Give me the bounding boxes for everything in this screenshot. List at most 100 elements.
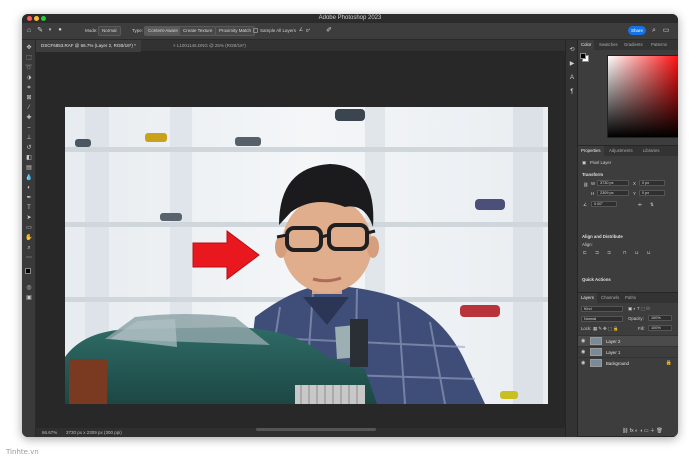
document-info[interactable]: 3730 px x 2309 px (300 ppi) — [66, 428, 122, 437]
layer-name: Layer 2 — [606, 339, 621, 344]
paragraph-panel-icon[interactable]: ¶ — [568, 88, 576, 96]
background-color-chip[interactable] — [580, 53, 586, 59]
layer-row-background[interactable]: ◉ Background 🔒 — [578, 357, 678, 368]
content-aware-button[interactable]: Content-Aware — [144, 26, 182, 36]
filter-kind-select[interactable]: Kind — [581, 306, 623, 312]
eraser-tool-icon[interactable]: ◧ — [25, 154, 33, 162]
x-label: X — [633, 181, 636, 186]
tab-dscf6853[interactable]: DSCF6853.RAF @ 66.7% (Layer 2, RGB/16*) … — [36, 40, 141, 52]
glyphs-panel-icon[interactable]: A — [568, 74, 576, 82]
pressure-icon[interactable]: ✐ — [325, 26, 333, 35]
align-right-icon[interactable]: ⊐ — [607, 250, 611, 256]
height-field[interactable]: 2309 px — [597, 190, 629, 196]
document-image[interactable] — [65, 107, 548, 404]
link-icon[interactable]: ⛓ — [583, 182, 588, 188]
proximity-match-button[interactable]: Proximity Match — [215, 26, 256, 36]
tab-gradients[interactable]: Gradients — [621, 40, 646, 50]
visibility-eye-icon[interactable]: ◉ — [581, 360, 585, 366]
actions-panel-icon[interactable]: ▶ — [568, 60, 576, 68]
share-button[interactable]: Share — [628, 26, 646, 35]
path-selection-tool-icon[interactable]: ➤ — [25, 214, 33, 222]
blend-mode-select[interactable]: Normal — [581, 316, 623, 322]
blur-tool-icon[interactable]: 💧 — [25, 174, 33, 182]
flip-vertical-icon[interactable]: ⇅ — [650, 202, 654, 208]
more-tools-icon[interactable]: ⋯ — [25, 254, 33, 262]
opacity-field[interactable]: 100% — [648, 315, 672, 321]
workspace-icon[interactable]: ▭ — [662, 26, 670, 35]
angle-field[interactable]: 0.00° — [591, 201, 617, 207]
layer-name: Background — [606, 361, 629, 366]
gradient-tool-icon[interactable]: ▤ — [25, 164, 33, 172]
flip-horizontal-icon[interactable]: ⇹ — [638, 202, 642, 208]
create-texture-button[interactable]: Create Texture — [179, 26, 217, 36]
transform-section-title[interactable]: Transform — [582, 172, 603, 177]
visibility-eye-icon[interactable]: ◉ — [581, 349, 585, 355]
tab-properties[interactable]: Properties — [578, 146, 604, 156]
layer-row-layer-2[interactable]: ◉ Layer 2 — [578, 335, 678, 346]
brush-tool-icon[interactable]: ⎯ — [25, 124, 33, 132]
frame-tool-icon[interactable]: ⊠ — [25, 94, 33, 102]
mode-select[interactable]: Normal — [98, 26, 121, 36]
width-field[interactable]: 3730 px — [597, 180, 629, 186]
history-panel-icon[interactable]: ⟲ — [568, 46, 576, 54]
dodge-tool-icon[interactable]: ◐ — [25, 184, 33, 192]
visibility-eye-icon[interactable]: ◉ — [581, 338, 585, 344]
tab-l1001146[interactable]: × L1001146.DNG @ 25% (RGB/16*) — [168, 40, 251, 52]
object-selection-tool-icon[interactable]: ⬗ — [25, 74, 33, 82]
type-tool-icon[interactable]: T — [25, 204, 33, 212]
fill-field[interactable]: 100% — [648, 325, 672, 331]
zoom-tool-icon[interactable]: ⌕ — [25, 244, 33, 252]
align-section-title[interactable]: Align and Distribute — [582, 234, 623, 239]
tab-libraries[interactable]: Libraries — [640, 146, 662, 156]
quick-actions-title[interactable]: Quick Actions — [582, 277, 611, 282]
healing-brush-tool-icon[interactable]: ✚ — [25, 114, 33, 122]
tab-swatches[interactable]: Swatches — [596, 40, 621, 50]
lock-icons[interactable]: ▦ ✎ ✥ ⬚ 🔒 — [593, 326, 618, 332]
rectangle-tool-icon[interactable]: ▭ — [25, 224, 33, 232]
filter-icons[interactable]: ▣ ◐ T ⬚ ⚇ — [628, 306, 650, 312]
marquee-tool-icon[interactable]: ⬚ — [25, 54, 33, 62]
layer-row-layer-1[interactable]: ◉ Layer 1 — [578, 346, 678, 357]
layers-footer-icons[interactable]: ⛓ fx ◐ ◑ ▭ ＋ 🗑 — [622, 427, 663, 434]
x-field[interactable]: 0 px — [639, 180, 665, 186]
align-label: Align: — [582, 242, 593, 247]
tab-channels[interactable]: Channels — [598, 293, 622, 303]
y-field[interactable]: 0 px — [639, 190, 665, 196]
eyedropper-tool-icon[interactable]: ⁄ — [25, 104, 33, 112]
crop-tool-icon[interactable]: ⌗ — [25, 84, 33, 92]
hand-tool-icon[interactable]: ✋ — [25, 234, 33, 242]
move-tool-icon[interactable]: ✥ — [25, 44, 33, 52]
align-middle-icon[interactable]: ⊔ — [635, 250, 638, 256]
quick-mask-icon[interactable]: ◎ — [25, 284, 33, 292]
opacity-label: Opacity: — [628, 316, 644, 321]
align-bottom-icon[interactable]: ⊔ — [647, 250, 650, 256]
width-label: W — [591, 181, 596, 186]
sample-all-layers-checkbox[interactable] — [253, 28, 258, 33]
clone-stamp-tool-icon[interactable]: ⊥ — [25, 134, 33, 142]
align-center-icon[interactable]: ⊐ — [595, 250, 599, 256]
history-brush-tool-icon[interactable]: ↺ — [25, 144, 33, 152]
tab-label: L1001146.DNG @ 25% (RGB/16*) — [176, 43, 246, 48]
tab-adjustments[interactable]: Adjustments — [606, 146, 636, 156]
y-label: Y — [633, 191, 636, 196]
zoom-level[interactable]: 66.67% — [42, 428, 57, 437]
chevron-down-icon[interactable]: ▾ — [46, 26, 54, 35]
tab-patterns[interactable]: Patterns — [648, 40, 670, 50]
foreground-color-swatch[interactable] — [25, 268, 31, 274]
tab-color[interactable]: Color — [578, 40, 595, 50]
angle-value[interactable]: 0° — [306, 28, 310, 33]
spot-healing-brush-icon[interactable]: ✎ — [36, 26, 44, 35]
search-icon[interactable]: ⌕ — [650, 26, 658, 35]
fill-label: Fill: — [638, 326, 645, 331]
home-icon[interactable]: ⌂ — [25, 26, 33, 35]
align-left-icon[interactable]: ⊏ — [583, 250, 587, 256]
lasso-tool-icon[interactable]: ➰ — [25, 64, 33, 72]
horizontal-scrollbar[interactable] — [256, 428, 376, 431]
brush-size-icon[interactable]: ● — [56, 26, 64, 35]
tab-paths[interactable]: Paths — [622, 293, 639, 303]
align-top-icon[interactable]: ⊓ — [623, 250, 626, 256]
saturation-brightness-field[interactable] — [607, 55, 678, 138]
pen-tool-icon[interactable]: ✒ — [25, 194, 33, 202]
screen-mode-icon[interactable]: ▣ — [25, 294, 33, 302]
tab-layers[interactable]: Layers — [578, 293, 597, 303]
